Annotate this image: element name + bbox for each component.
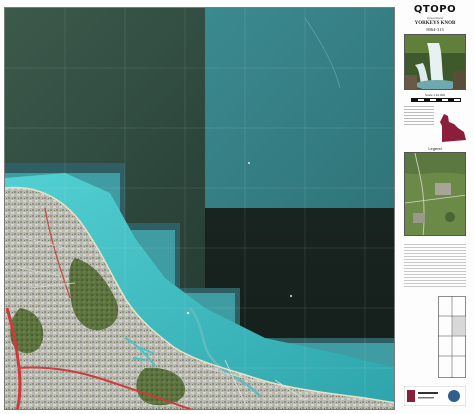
boat-marker [186,311,190,315]
legend-image [404,152,466,236]
boat-marker [290,295,292,297]
scale-bar [411,98,461,102]
agency-logos [404,386,466,406]
boat-marker [248,162,250,164]
notes-text [404,244,466,289]
brand-title: QTOPO [413,4,457,15]
map-sheet: QTOPO Queensland YORKEYS KNOB 8064-313 S… [0,0,474,414]
map-frame[interactable] [4,7,395,410]
fine-print [404,106,434,127]
aerial-image [5,8,394,409]
map-index-grid [438,296,466,378]
queensland-locator-icon [440,114,466,142]
waterfall-photo [404,34,466,90]
scale-text: Scale 1:10,000 [424,93,445,97]
sheet-code: 8064-313 [426,27,444,32]
legend-title: Legend [428,146,442,151]
legend-panel: QTOPO Queensland YORKEYS KNOB 8064-313 S… [398,4,472,410]
state-subtitle: Queensland [426,16,444,20]
teal-tile [205,8,394,208]
sheet-name: YORKEYS KNOB [414,21,456,26]
